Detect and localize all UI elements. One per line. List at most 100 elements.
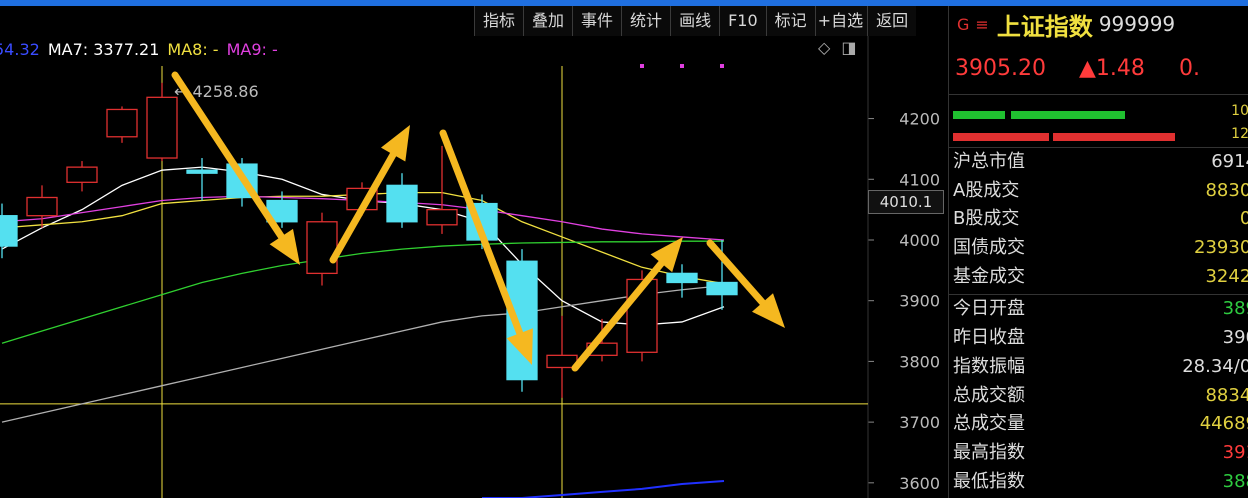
g-icon[interactable]: G (957, 15, 969, 34)
stat-row: B股成交 0. (949, 205, 1248, 234)
stat-label: 总成交量 (953, 413, 1025, 435)
stat-value: 6914 (1211, 151, 1248, 172)
stat-value: 0. (1240, 205, 1248, 234)
annotation-arrow-shaft (439, 129, 524, 337)
candle-body (26, 196, 58, 217)
stat-row: 指数振幅 28.34/0. (949, 353, 1248, 382)
candle-body (386, 184, 418, 223)
advance-bar-1 (953, 111, 1005, 119)
candle-body (0, 215, 18, 247)
stat-row: 总成交额 8834. (949, 382, 1248, 411)
ma-legend-item: MA7: 3377.21 (47, 40, 160, 59)
stat-value: 44689 (1199, 413, 1248, 435)
chart-corner-icons: ◇ ◨ (818, 38, 863, 57)
chart-toolbar: 指标 叠加 事件 统计 画线 F10 标记 +自选 返回 (474, 6, 917, 36)
annotation-arrow-shaft (329, 151, 397, 264)
decline-count: 12 (1231, 126, 1248, 142)
candle-body (66, 166, 98, 183)
stat-label: 昨日收盘 (953, 327, 1025, 349)
advance-count: 10 (1231, 103, 1248, 119)
ma-legend-item: 54.32 (0, 40, 40, 59)
decline-bar-1 (953, 133, 1049, 141)
toolbar-button-0[interactable]: 指标 (474, 6, 523, 36)
stat-value: 8830. (1205, 179, 1248, 201)
candle-body (106, 108, 138, 138)
stat-value: 28.34/0. (1182, 355, 1248, 377)
signal-dot (640, 64, 644, 68)
toolbar-button-8[interactable]: 返回 (867, 6, 916, 36)
index-name: 上证指数 (996, 12, 1093, 41)
index-code: 999999 (1098, 12, 1176, 36)
stat-label: 指数振幅 (953, 355, 1025, 377)
annotation-arrow-head (269, 228, 300, 265)
stat-label: A股成交 (953, 179, 1020, 201)
stat-row: 最高指数 391 (949, 439, 1248, 468)
stat-label: 沪总市值 (953, 151, 1025, 172)
advance-bar-2 (1011, 111, 1125, 119)
toolbar-button-3[interactable]: 统计 (621, 6, 670, 36)
signal-dot (680, 64, 684, 68)
stat-value: 8834. (1205, 384, 1248, 406)
stat-label: B股成交 (953, 208, 1020, 230)
toolbar-button-7[interactable]: +自选 (814, 6, 867, 36)
stat-row: 基金成交 3242. (949, 263, 1248, 292)
y-tick-label: 3900 (899, 292, 940, 311)
toolbar-button-5[interactable]: F10 (719, 6, 766, 36)
stat-value: 23930. (1194, 237, 1248, 259)
quote-row: 3905.20 ▲1.48 0. (949, 42, 1248, 95)
diamond-icon[interactable]: ◇ (818, 38, 830, 57)
stat-row: 国债成交 23930. (949, 234, 1248, 263)
stat-label: 今日开盘 (953, 298, 1025, 320)
menu-icon[interactable]: ≡ (975, 15, 988, 34)
panel-toggle-icon[interactable]: ◨ (841, 38, 856, 57)
index-stats: 今日开盘 389 昨日收盘 390 指数振幅 28.34/0. 总成交额 8834. 总成交量 4… (949, 294, 1248, 496)
candle-body (146, 96, 178, 159)
candle-body (306, 221, 338, 275)
candle-body (706, 281, 738, 296)
y-tick-label: 3600 (899, 474, 940, 493)
stat-value: 390 (1222, 327, 1248, 349)
ma-legend-item: MA8: - (167, 40, 219, 59)
stat-value: 388 (1222, 470, 1248, 492)
stat-row: 昨日收盘 390 (949, 324, 1248, 353)
stat-label: 最低指数 (953, 470, 1025, 492)
panel-header: G ≡ 上证指数 999999 (949, 6, 1248, 42)
stat-label: 总成交额 (953, 384, 1025, 406)
stat-value: 389 (1222, 298, 1248, 320)
stat-row: 最低指数 388 (949, 468, 1248, 497)
ma-legend: 54.32 MA7: 3377.21 MA8: - MA9: - (0, 40, 286, 59)
toolbar-button-1[interactable]: 叠加 (523, 6, 572, 36)
signal-dot (720, 64, 724, 68)
stat-row: 总成交量 44689 (949, 410, 1248, 439)
advance-decline-bars: 10 12 (949, 95, 1248, 148)
candle-body (426, 208, 458, 226)
decline-bar-2 (1053, 133, 1175, 141)
y-tick-label: 4000 (899, 231, 940, 250)
stat-label: 国债成交 (953, 237, 1025, 259)
stat-value: 3242. (1205, 265, 1248, 287)
ma-line (1, 240, 724, 344)
candle-body (666, 272, 698, 284)
stat-value: 391 (1222, 441, 1248, 463)
stat-label: 基金成交 (953, 265, 1025, 287)
quote-panel: G ≡ 上证指数 999999 3905.20 ▲1.48 0. 10 12 沪… (948, 6, 1248, 498)
stat-row: 今日开盘 389 (949, 295, 1248, 324)
market-stats: 沪总市值 6914 A股成交 8830. B股成交 0. 国债成交 23930. 基金成交 324… (949, 148, 1248, 291)
last-price: 3905.20 (955, 55, 1046, 81)
toolbar-button-6[interactable]: 标记 (765, 6, 815, 36)
stat-label: 最高指数 (953, 441, 1025, 463)
y-tick-label: 4100 (899, 170, 940, 189)
ma-line (482, 480, 725, 498)
y-tick-label: 3700 (899, 413, 940, 432)
price-change: ▲1.48 (1079, 55, 1145, 81)
ma-legend-item: MA9: - (226, 40, 278, 59)
current-price-flag: 4010.1 (868, 190, 944, 214)
y-tick-label: 3800 (899, 352, 940, 371)
y-tick-label: 4200 (899, 110, 940, 129)
percent-change: 0. (1179, 55, 1200, 81)
stat-row: A股成交 8830. (949, 177, 1248, 206)
toolbar-button-2[interactable]: 事件 (572, 6, 621, 36)
toolbar-button-4[interactable]: 画线 (670, 6, 719, 36)
candle-body (186, 169, 218, 174)
candlestick-chart[interactable]: 4200410040003900380037003600← 4258.86 (0, 6, 946, 498)
